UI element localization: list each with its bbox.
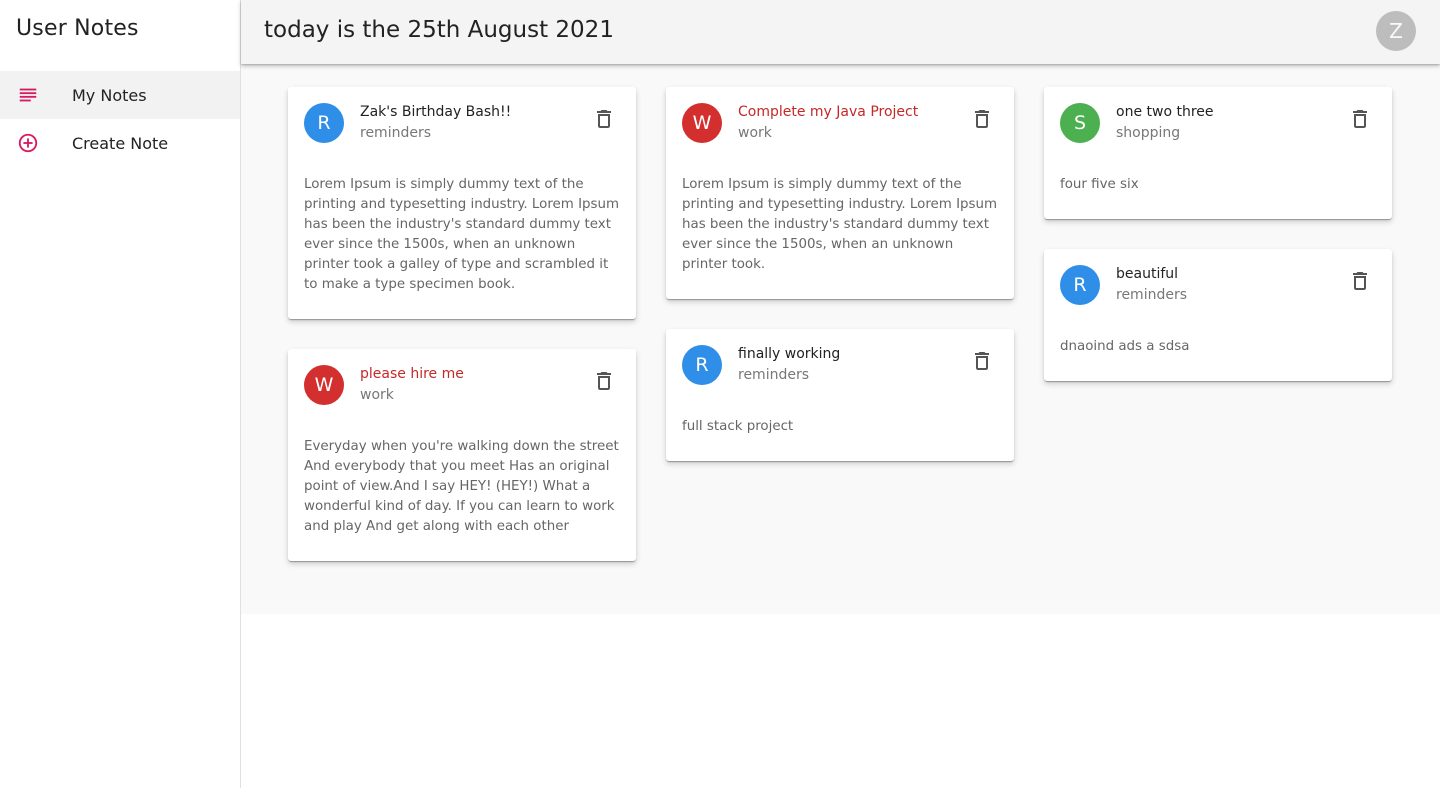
note-title: one two three xyxy=(1116,104,1214,120)
app-title: User Notes xyxy=(16,16,139,41)
delete-icon[interactable] xyxy=(970,349,994,373)
note-card: R Zak's Birthday Bash!! reminders Lorem … xyxy=(288,87,636,319)
sidebar: User Notes My Notes Create Note xyxy=(0,0,241,788)
note-avatar: W xyxy=(304,365,344,405)
app-header: today is the 25th August 2021 Z xyxy=(241,0,1440,64)
note-body: four five six xyxy=(1060,177,1139,192)
note-category: reminders xyxy=(738,367,810,383)
sidebar-item-label: My Notes xyxy=(72,85,147,105)
note-title: beautiful xyxy=(1116,266,1179,282)
note-card: R finally working reminders full stack p… xyxy=(666,329,1014,461)
delete-icon[interactable] xyxy=(970,107,994,131)
notes-grid: R Zak's Birthday Bash!! reminders Lorem … xyxy=(241,64,1440,614)
delete-icon[interactable] xyxy=(1348,107,1372,131)
note-body: Lorem Ipsum is simply dummy text of the … xyxy=(682,177,998,272)
note-category: reminders xyxy=(360,125,432,141)
note-title: Complete my Java Project xyxy=(738,104,919,120)
note-avatar: R xyxy=(1060,265,1100,305)
note-title: finally working xyxy=(738,346,841,362)
sidebar-item-create-note[interactable]: Create Note xyxy=(0,119,240,167)
note-title: please hire me xyxy=(360,366,464,382)
note-avatar: R xyxy=(682,345,722,385)
note-card: S one two three shopping four five six xyxy=(1044,87,1392,219)
delete-icon[interactable] xyxy=(1348,269,1372,293)
note-category: reminders xyxy=(1116,287,1188,303)
note-avatar: S xyxy=(1060,103,1100,143)
sidebar-item-my-notes[interactable]: My Notes xyxy=(0,71,240,119)
note-card: W please hire me work Everyday when you'… xyxy=(288,349,636,561)
page-title: today is the 25th August 2021 xyxy=(264,17,614,43)
delete-icon[interactable] xyxy=(592,107,616,131)
note-body: Lorem Ipsum is simply dummy text of the … xyxy=(304,177,620,292)
note-title: Zak's Birthday Bash!! xyxy=(360,104,512,120)
add-circle-icon xyxy=(17,132,39,154)
note-category: work xyxy=(360,387,394,403)
note-body: Everyday when you're walking down the st… xyxy=(304,439,619,534)
delete-icon[interactable] xyxy=(592,369,616,393)
note-card: W Complete my Java Project work Lorem Ip… xyxy=(666,87,1014,299)
note-category: shopping xyxy=(1116,125,1181,141)
note-card: R beautiful reminders dnaoind ads a sdsa xyxy=(1044,249,1392,381)
user-avatar[interactable]: Z xyxy=(1376,11,1416,51)
note-avatar: R xyxy=(304,103,344,143)
note-body: full stack project xyxy=(682,419,794,434)
note-category: work xyxy=(738,125,772,141)
sidebar-item-label: Create Note xyxy=(72,133,169,153)
note-body: dnaoind ads a sdsa xyxy=(1060,339,1190,354)
note-avatar: W xyxy=(682,103,722,143)
notes-list-icon xyxy=(17,84,39,106)
